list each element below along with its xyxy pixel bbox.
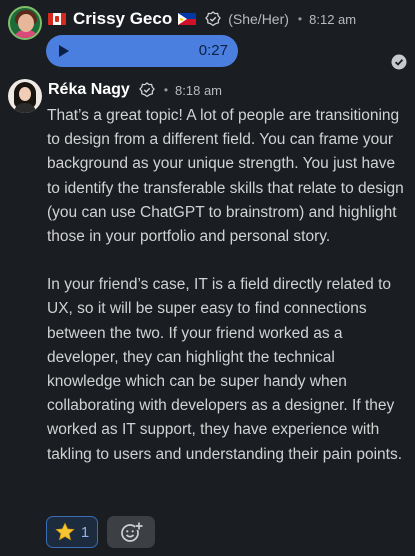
play-icon[interactable] [59, 45, 69, 57]
avatar[interactable] [8, 6, 42, 40]
avatar[interactable] [8, 79, 42, 113]
author-name[interactable]: Crissy Geco [73, 9, 172, 29]
reaction-star[interactable]: 1 [46, 516, 98, 548]
add-reaction-button[interactable] [107, 516, 155, 548]
reactions-bar: 1 [46, 516, 155, 548]
voice-message-player[interactable]: 0:27 [46, 35, 238, 67]
philippines-flag-icon [178, 13, 197, 25]
add-reaction-icon [121, 522, 143, 542]
message-paragraph: In your friend’s case, IT is a field dir… [47, 276, 403, 463]
sent-check-icon [391, 54, 407, 70]
separator-dot: • [297, 12, 303, 26]
verified-badge-icon [138, 82, 155, 98]
star-emoji-icon [55, 522, 75, 541]
verified-badge-icon [205, 11, 222, 27]
message-body: That’s a great topic! A lot of people ar… [47, 104, 409, 467]
message-paragraph: That’s a great topic! A lot of people ar… [47, 107, 404, 246]
timestamp[interactable]: 8:12 am [309, 12, 356, 27]
voice-duration: 0:27 [198, 42, 228, 59]
canada-flag-icon [48, 13, 66, 25]
reaction-count: 1 [80, 523, 90, 541]
message-header: Crissy Geco (She/Her) • 8:12 am [48, 9, 356, 29]
pronouns: (She/Her) [228, 11, 289, 27]
separator-dot: • [163, 83, 169, 97]
timestamp[interactable]: 8:18 am [175, 83, 222, 98]
message-header: Réka Nagy • 8:18 am [48, 80, 222, 100]
message-crissy: Crissy Geco (She/Her) • 8:12 am 0:27 [0, 0, 415, 72]
author-name[interactable]: Réka Nagy [48, 81, 130, 99]
